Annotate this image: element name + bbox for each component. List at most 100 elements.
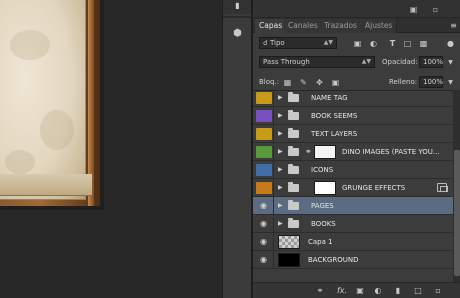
layer-thumbnail[interactable] <box>278 253 300 267</box>
smart-filter-icon[interactable]: ▩ <box>419 39 428 48</box>
layers-list[interactable]: ▶ NAME TAG ▶ BOOK SEEMS ▶ TEXT LAYERS ▶ ⚭ DINO I… <box>253 90 453 282</box>
eye-icon[interactable]: ◉ <box>256 200 272 212</box>
layer-row[interactable]: ◉ Capa 1 <box>253 233 453 251</box>
fill-dropdown-icon[interactable]: ▼ <box>446 78 455 87</box>
opacity-value: 100% <box>423 58 444 66</box>
chevron-down-icon: ▲▼ <box>361 58 371 65</box>
scrollbar-thumb[interactable] <box>454 150 460 276</box>
row-divider <box>273 125 274 143</box>
layer-name: BOOKS <box>311 220 336 228</box>
color-tag[interactable] <box>256 110 272 122</box>
folder-icon <box>288 200 299 210</box>
fx-icon[interactable]: fx. <box>335 286 349 296</box>
tab-ajustes[interactable]: Ajustes <box>361 19 398 33</box>
link-icon[interactable]: ⚭ <box>305 147 312 156</box>
expand-arrow-icon[interactable]: ▶ <box>278 202 283 210</box>
expand-arrow-icon[interactable]: ▶ <box>278 112 283 120</box>
trash-icon[interactable]: ▫ <box>431 5 440 14</box>
chevron-down-icon: ▲▼ <box>323 39 333 46</box>
row-divider <box>273 251 274 269</box>
tab-canales[interactable]: Canales <box>284 19 323 33</box>
lock-all-icon[interactable]: ▣ <box>331 78 340 87</box>
layers-scrollbar[interactable] <box>453 90 460 282</box>
filter-toggle-icon[interactable]: ● <box>446 39 455 48</box>
color-tag[interactable] <box>256 182 272 194</box>
opacity-dropdown-icon[interactable]: ▼ <box>446 58 455 67</box>
tab-capas[interactable]: Capas <box>255 19 288 33</box>
eye-icon: ◉ <box>260 201 267 210</box>
layer-mask-thumbnail[interactable] <box>314 145 336 159</box>
layer-row[interactable]: ◉ ▶ PAGES <box>253 197 453 215</box>
expand-arrow-icon[interactable]: ▶ <box>278 130 283 138</box>
layer-name: DINO IMAGES (PASTE YOU... <box>342 148 440 156</box>
filter-search-icon: ☌ <box>263 39 270 47</box>
blend-mode-value: Pass Through <box>263 58 310 66</box>
expand-arrow-icon[interactable]: ▶ <box>278 166 283 174</box>
fill-value: 100% <box>423 78 444 86</box>
panel-tabs: Capas Canales Trazados Ajustes ≡ <box>253 18 460 33</box>
panel-menu-icon[interactable]: ≡ <box>449 21 458 30</box>
eye-icon: ◉ <box>260 237 267 246</box>
shape-filter-icon[interactable]: □ <box>403 39 412 48</box>
trash-icon[interactable]: ▫ <box>433 286 443 296</box>
filter-type-select[interactable]: ☌ Tipo ▲▼ <box>259 37 337 49</box>
eye-icon: ◉ <box>260 219 267 228</box>
paper-page <box>0 0 86 200</box>
expand-arrow-icon[interactable]: ▶ <box>278 184 283 192</box>
layer-row[interactable]: ▶ ⚭ DINO IMAGES (PASTE YOU... <box>253 143 453 161</box>
layer-row[interactable]: ▶ GRUNGE EFFECTS <box>253 179 453 197</box>
layer-name: BOOK SEEMS <box>311 112 358 120</box>
eye-icon[interactable]: ◉ <box>256 236 272 248</box>
lock-transparent-icon[interactable]: ▦ <box>283 78 292 87</box>
new-layer-icon[interactable]: □ <box>413 286 423 296</box>
color-tag[interactable] <box>256 146 272 158</box>
layer-name: ICONS <box>311 166 334 174</box>
color-tag[interactable] <box>256 128 272 140</box>
filter-row: ☌ Tipo ▲▼ ▣ ◐ T □ ▩ ● <box>253 36 460 50</box>
canvas-area[interactable] <box>0 0 222 298</box>
type-filter-icon[interactable]: T <box>388 39 397 48</box>
layer-thumbnail[interactable] <box>278 235 300 249</box>
mask-icon[interactable]: ▣ <box>355 286 365 296</box>
layer-row[interactable]: ◉ BACKGROUND <box>253 251 453 269</box>
eye-icon[interactable]: ◉ <box>256 218 272 230</box>
image-filter-icon[interactable]: ▣ <box>353 39 362 48</box>
folder-icon <box>288 128 299 138</box>
color-tag[interactable] <box>256 92 272 104</box>
layer-name: GRUNGE EFFECTS <box>342 184 406 192</box>
lock-paint-icon[interactable]: ✎ <box>299 78 308 87</box>
collapsed-dock: ▮ ⬢ <box>222 0 252 298</box>
row-divider <box>273 107 274 125</box>
expand-arrow-icon[interactable]: ▶ <box>278 220 283 228</box>
row-divider <box>273 143 274 161</box>
eye-icon[interactable]: ◉ <box>256 254 272 266</box>
dock-divider <box>223 16 251 18</box>
layer-row[interactable]: ▶ ICONS <box>253 161 453 179</box>
lock-position-icon[interactable]: ✥ <box>315 78 324 87</box>
color-tag[interactable] <box>256 164 272 176</box>
row-divider <box>273 161 274 179</box>
new-group-icon[interactable]: ▮ <box>393 286 403 296</box>
document-canvas[interactable] <box>0 0 100 206</box>
tab-trazados[interactable]: Trazados <box>320 19 362 33</box>
3d-cube-icon[interactable]: ⬢ <box>232 28 243 39</box>
panel-top-bar: ▣ ▫ <box>253 0 460 18</box>
expand-arrow-icon[interactable]: ▶ <box>278 148 283 156</box>
layer-row[interactable]: ▶ BOOK SEEMS <box>253 107 453 125</box>
layer-row[interactable]: ▶ NAME TAG <box>253 91 453 107</box>
layer-row[interactable]: ▶ TEXT LAYERS <box>253 125 453 143</box>
blend-mode-select[interactable]: Pass Through ▲▼ <box>259 56 375 68</box>
folder-icon <box>288 146 299 156</box>
link-icon[interactable]: ⚭ <box>315 286 325 296</box>
layer-name: NAME TAG <box>311 94 348 102</box>
adjustment-icon[interactable]: ◐ <box>373 286 383 296</box>
lock-label: Bloq.: <box>259 78 280 86</box>
new-document-icon[interactable]: ▣ <box>409 5 418 14</box>
layer-row[interactable]: ◉ ▶ BOOKS <box>253 215 453 233</box>
fill-field[interactable]: 100% <box>419 76 443 88</box>
adjustment-filter-icon[interactable]: ◐ <box>369 39 378 48</box>
dock-panel-icon[interactable]: ▮ <box>233 1 242 10</box>
layer-mask-thumbnail[interactable] <box>314 181 336 195</box>
opacity-field[interactable]: 100% <box>419 56 443 68</box>
expand-arrow-icon[interactable]: ▶ <box>278 94 283 102</box>
